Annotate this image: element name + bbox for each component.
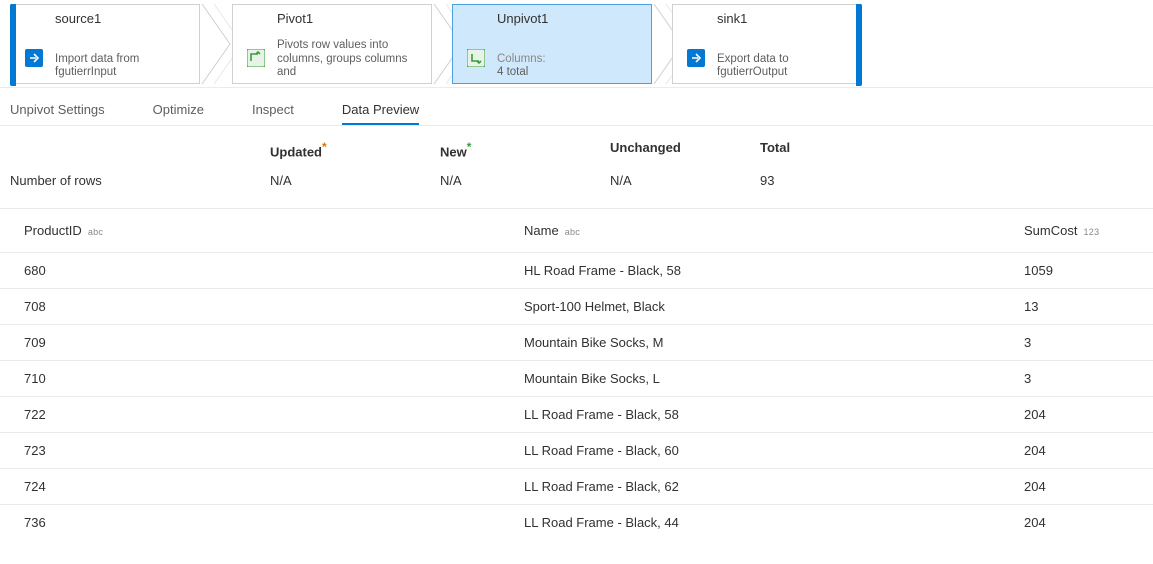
pipeline-node-unpivot1[interactable]: Unpivot1 Columns: 4 total [452,4,652,84]
node-title: source1 [55,11,101,26]
pipeline-node-pivot1[interactable]: Pivot1 Pivots row values into columns, g… [232,4,432,84]
row-stats: Updated* New* Unchanged Total Number of … [0,126,1153,208]
cell-name: HL Road Frame - Black, 58 [524,263,1024,278]
cell-sumcost: 204 [1024,479,1153,494]
cell-sumcost: 13 [1024,299,1153,314]
stats-val-new: N/A [440,173,610,188]
node-subtitle: Export data to fgutierrOutput [717,53,853,79]
table-row[interactable]: 722LL Road Frame - Black, 58204 [0,396,1153,432]
pivot-icon [247,49,265,67]
pipeline-node-sink1[interactable]: sink1 Export data to fgutierrOutput [672,4,862,84]
stats-head-new: New* [440,140,610,159]
pipeline-canvas[interactable]: source1 Import data from fgutierrInput P… [0,0,1153,88]
table-row[interactable]: 710Mountain Bike Socks, L3 [0,360,1153,396]
stats-head-updated: Updated* [270,140,440,159]
cell-name: LL Road Frame - Black, 60 [524,443,1024,458]
col-header-sumcost[interactable]: SumCost123 [1024,223,1153,238]
node-title: Unpivot1 [497,11,548,26]
cell-name: LL Road Frame - Black, 44 [524,515,1024,530]
detail-tabs: Unpivot Settings Optimize Inspect Data P… [0,88,1153,126]
node-title: Pivot1 [277,11,313,26]
table-row[interactable]: 736LL Road Frame - Black, 44204 [0,504,1153,540]
cell-sumcost: 204 [1024,515,1153,530]
node-subtitle: Import data from fgutierrInput [55,53,191,79]
cell-name: LL Road Frame - Black, 62 [524,479,1024,494]
cell-productid: 680 [24,263,524,278]
cell-sumcost: 204 [1024,407,1153,422]
stats-head-total: Total [760,140,880,159]
cell-productid: 736 [24,515,524,530]
table-row[interactable]: 709Mountain Bike Socks, M3 [0,324,1153,360]
stats-head-unchanged: Unchanged [610,140,760,159]
node-subtitle: Columns: 4 total [497,53,643,79]
stats-val-updated: N/A [270,173,440,188]
stats-row-label: Number of rows [10,173,270,188]
cell-productid: 722 [24,407,524,422]
cell-productid: 710 [24,371,524,386]
pipeline-node-source1[interactable]: source1 Import data from fgutierrInput [10,4,200,84]
tab-data-preview[interactable]: Data Preview [342,102,419,125]
tab-unpivot-settings[interactable]: Unpivot Settings [10,102,105,125]
unpivot-icon [467,49,485,67]
cell-name: Mountain Bike Socks, L [524,371,1024,386]
table-row[interactable]: 680HL Road Frame - Black, 581059 [0,252,1153,288]
cell-sumcost: 204 [1024,443,1153,458]
cell-name: Mountain Bike Socks, M [524,335,1024,350]
node-title: sink1 [717,11,747,26]
source-icon [25,49,43,67]
node-subtitle: Pivots row values into columns, groups c… [277,39,423,79]
grid-header: ProductIDabc Nameabc SumCost123 [0,208,1153,252]
tab-inspect[interactable]: Inspect [252,102,294,125]
table-row[interactable]: 708Sport-100 Helmet, Black13 [0,288,1153,324]
cell-sumcost: 3 [1024,371,1153,386]
col-header-productid[interactable]: ProductIDabc [24,223,524,238]
sink-icon [687,49,705,67]
cell-name: LL Road Frame - Black, 58 [524,407,1024,422]
cell-sumcost: 1059 [1024,263,1153,278]
cell-name: Sport-100 Helmet, Black [524,299,1024,314]
tab-optimize[interactable]: Optimize [153,102,204,125]
col-header-name[interactable]: Nameabc [524,223,1024,238]
preview-grid: ProductIDabc Nameabc SumCost123 680HL Ro… [0,208,1153,540]
cell-productid: 724 [24,479,524,494]
cell-sumcost: 3 [1024,335,1153,350]
table-row[interactable]: 723LL Road Frame - Black, 60204 [0,432,1153,468]
cell-productid: 708 [24,299,524,314]
stats-val-unchanged: N/A [610,173,760,188]
cell-productid: 709 [24,335,524,350]
table-row[interactable]: 724LL Road Frame - Black, 62204 [0,468,1153,504]
cell-productid: 723 [24,443,524,458]
stats-val-total: 93 [760,173,880,188]
